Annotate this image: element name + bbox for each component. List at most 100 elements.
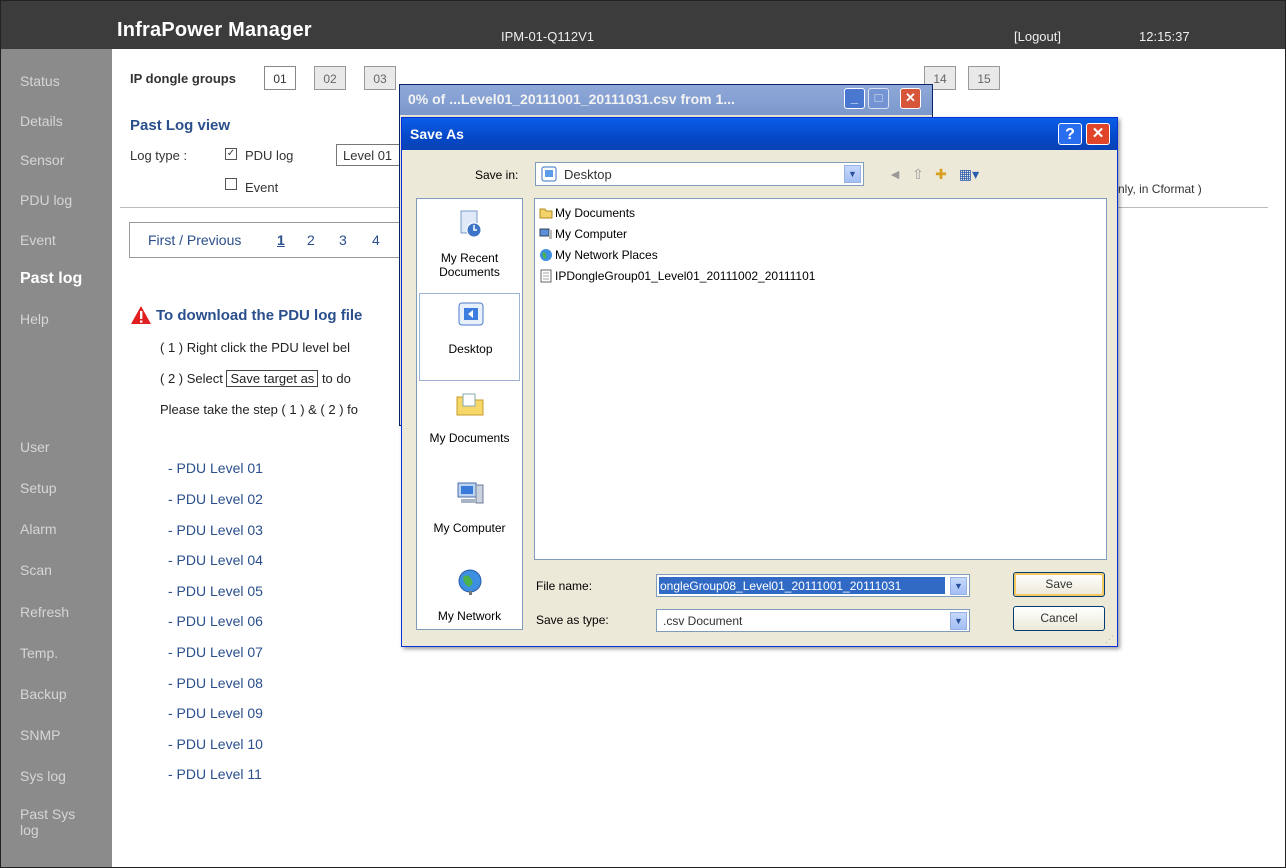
place-my-recent-documents[interactable]: My Recent Documents xyxy=(419,203,520,291)
group-button-01[interactable]: 01 xyxy=(264,66,296,90)
logout-link[interactable]: [Logout] xyxy=(1014,29,1061,44)
sidebar: Status Details Sensor PDU log Event Past… xyxy=(1,49,112,867)
file-name: My Computer xyxy=(555,227,628,241)
dialog-title-bar[interactable]: Save As ? ✕ xyxy=(402,118,1117,150)
group-button-15[interactable]: 15 xyxy=(968,66,1000,90)
app-header: InfraPower Manager IPM-01-Q112V1 [Logout… xyxy=(1,1,1285,49)
download-title: To download the PDU log file xyxy=(156,307,363,324)
progress-title-bar[interactable]: 0% of ...Level01_20111001_20111031.csv f… xyxy=(400,85,932,115)
level-select[interactable]: Level 01 xyxy=(336,144,406,166)
file-list[interactable]: My Documents My Computer My Network Plac… xyxy=(534,198,1107,560)
sidebar-item-temp[interactable]: Temp. xyxy=(20,645,58,661)
place-desktop[interactable]: Desktop xyxy=(419,293,520,381)
sidebar-item-backup[interactable]: Backup xyxy=(20,686,67,702)
sidebar-item-user[interactable]: User xyxy=(20,439,50,455)
save-as-type-dropdown[interactable]: .csv Document ▼ xyxy=(656,609,970,632)
sidebar-item-event[interactable]: Event xyxy=(20,232,56,248)
sidebar-item-details[interactable]: Details xyxy=(20,113,63,129)
warning-icon xyxy=(131,306,151,324)
list-item[interactable]: My Documents xyxy=(539,206,635,222)
chevron-down-icon[interactable]: ▼ xyxy=(950,577,967,595)
device-id: IPM-01-Q112V1 xyxy=(501,29,594,44)
pdu-level-link[interactable]: - PDU Level 08 xyxy=(168,675,263,691)
minimize-button[interactable]: _ xyxy=(844,88,865,109)
place-label: My Recent Documents xyxy=(439,251,500,279)
sidebar-item-refresh[interactable]: Refresh xyxy=(20,604,69,620)
place-my-documents[interactable]: My Documents xyxy=(419,383,520,471)
sidebar-item-sys-log[interactable]: Sys log xyxy=(20,768,66,784)
chevron-down-icon[interactable]: ▼ xyxy=(950,612,967,630)
pdu-log-checkbox[interactable]: ✓ xyxy=(225,148,237,160)
save-in-dropdown[interactable]: Desktop ▼ xyxy=(535,162,864,186)
sidebar-item-alarm[interactable]: Alarm xyxy=(20,521,57,537)
dialog-close-button[interactable]: ✕ xyxy=(1086,123,1110,145)
list-item[interactable]: My Network Places xyxy=(539,248,658,264)
pager-page-1[interactable]: 1 xyxy=(277,232,285,248)
sidebar-item-snmp[interactable]: SNMP xyxy=(20,727,60,743)
save-target-as-box: Save target as xyxy=(226,370,319,387)
maximize-button[interactable]: □ xyxy=(868,88,889,109)
pdu-level-link[interactable]: - PDU Level 05 xyxy=(168,583,263,599)
section-title: Past Log view xyxy=(130,117,231,134)
file-name: IPDongleGroup01_Level01_20111002_2011110… xyxy=(555,269,816,283)
save-button[interactable]: Save xyxy=(1013,572,1105,597)
divider xyxy=(1118,207,1268,208)
sidebar-item-past-log[interactable]: Past log xyxy=(20,271,82,287)
file-name-input[interactable] xyxy=(659,577,945,594)
pdu-level-link[interactable]: - PDU Level 03 xyxy=(168,522,263,538)
recent-documents-icon xyxy=(460,210,482,238)
pdu-level-link[interactable]: - PDU Level 09 xyxy=(168,705,263,721)
log-type-label: Log type : xyxy=(130,148,188,163)
views-menu-icon[interactable]: ▦▾ xyxy=(956,165,982,183)
clock: 12:15:37 xyxy=(1139,29,1190,44)
close-button[interactable]: ✕ xyxy=(900,88,921,109)
sidebar-item-scan[interactable]: Scan xyxy=(20,562,52,578)
file-name: My Network Places xyxy=(555,248,658,262)
app-brand: InfraPower Manager xyxy=(117,19,312,41)
step-1-text: ( 1 ) Right click the PDU level bel xyxy=(160,340,351,355)
sidebar-item-sensor[interactable]: Sensor xyxy=(20,152,64,168)
pager-page-3[interactable]: 3 xyxy=(339,232,347,248)
sidebar-item-setup[interactable]: Setup xyxy=(20,480,57,496)
sidebar-item-pdu-log[interactable]: PDU log xyxy=(20,192,72,208)
pdu-level-link[interactable]: - PDU Level 07 xyxy=(168,644,263,660)
places-bar: My Recent Documents Desktop My Documents xyxy=(416,198,523,630)
back-icon[interactable]: ◄ xyxy=(886,165,904,183)
event-checkbox[interactable] xyxy=(225,178,237,190)
place-my-computer[interactable]: My Computer xyxy=(419,473,520,561)
place-label: My Documents xyxy=(429,431,510,445)
pdu-level-link[interactable]: - PDU Level 01 xyxy=(168,460,263,476)
place-label: Desktop xyxy=(448,342,493,356)
pdu-level-link[interactable]: - PDU Level 11 xyxy=(168,766,262,782)
sidebar-item-past-sys-log[interactable]: Past Sys log xyxy=(20,806,90,838)
pdu-level-link[interactable]: - PDU Level 02 xyxy=(168,491,263,507)
resize-grip-icon[interactable]: ⋰ xyxy=(1105,634,1115,644)
cancel-button[interactable]: Cancel xyxy=(1013,606,1105,631)
level-select-value: Level 01 xyxy=(343,148,393,163)
help-button[interactable]: ? xyxy=(1058,123,1082,145)
pager-page-4[interactable]: 4 xyxy=(372,232,380,248)
chevron-down-icon[interactable]: ▼ xyxy=(844,165,861,183)
place-label: My Network xyxy=(437,609,502,623)
document-icon xyxy=(540,269,552,283)
up-folder-icon[interactable]: ⇧ xyxy=(909,165,927,183)
list-item[interactable]: IPDongleGroup01_Level01_20111002_2011110… xyxy=(539,269,815,285)
file-name-label: File name: xyxy=(536,579,593,593)
place-my-network[interactable]: My Network xyxy=(419,561,520,649)
save-in-label: Save in: xyxy=(475,168,519,182)
pager-first-previous[interactable]: First / Previous xyxy=(148,232,241,248)
pdu-level-link[interactable]: - PDU Level 10 xyxy=(168,736,263,752)
group-button-02[interactable]: 02 xyxy=(314,66,346,90)
file-name-field[interactable]: ▼ xyxy=(656,574,970,597)
pdu-level-link[interactable]: - PDU Level 06 xyxy=(168,613,263,629)
group-button-03[interactable]: 03 xyxy=(364,66,396,90)
list-item[interactable]: My Computer xyxy=(539,227,627,243)
pdu-level-link[interactable]: - PDU Level 04 xyxy=(168,552,263,568)
network-globe-icon xyxy=(540,249,552,261)
new-folder-icon[interactable]: ✚ xyxy=(932,165,950,183)
save-as-type-value: .csv Document xyxy=(663,614,743,628)
sidebar-item-help[interactable]: Help xyxy=(20,311,49,327)
folder-icon xyxy=(539,208,553,219)
pager-page-2[interactable]: 2 xyxy=(307,232,315,248)
sidebar-item-status[interactable]: Status xyxy=(20,73,60,89)
